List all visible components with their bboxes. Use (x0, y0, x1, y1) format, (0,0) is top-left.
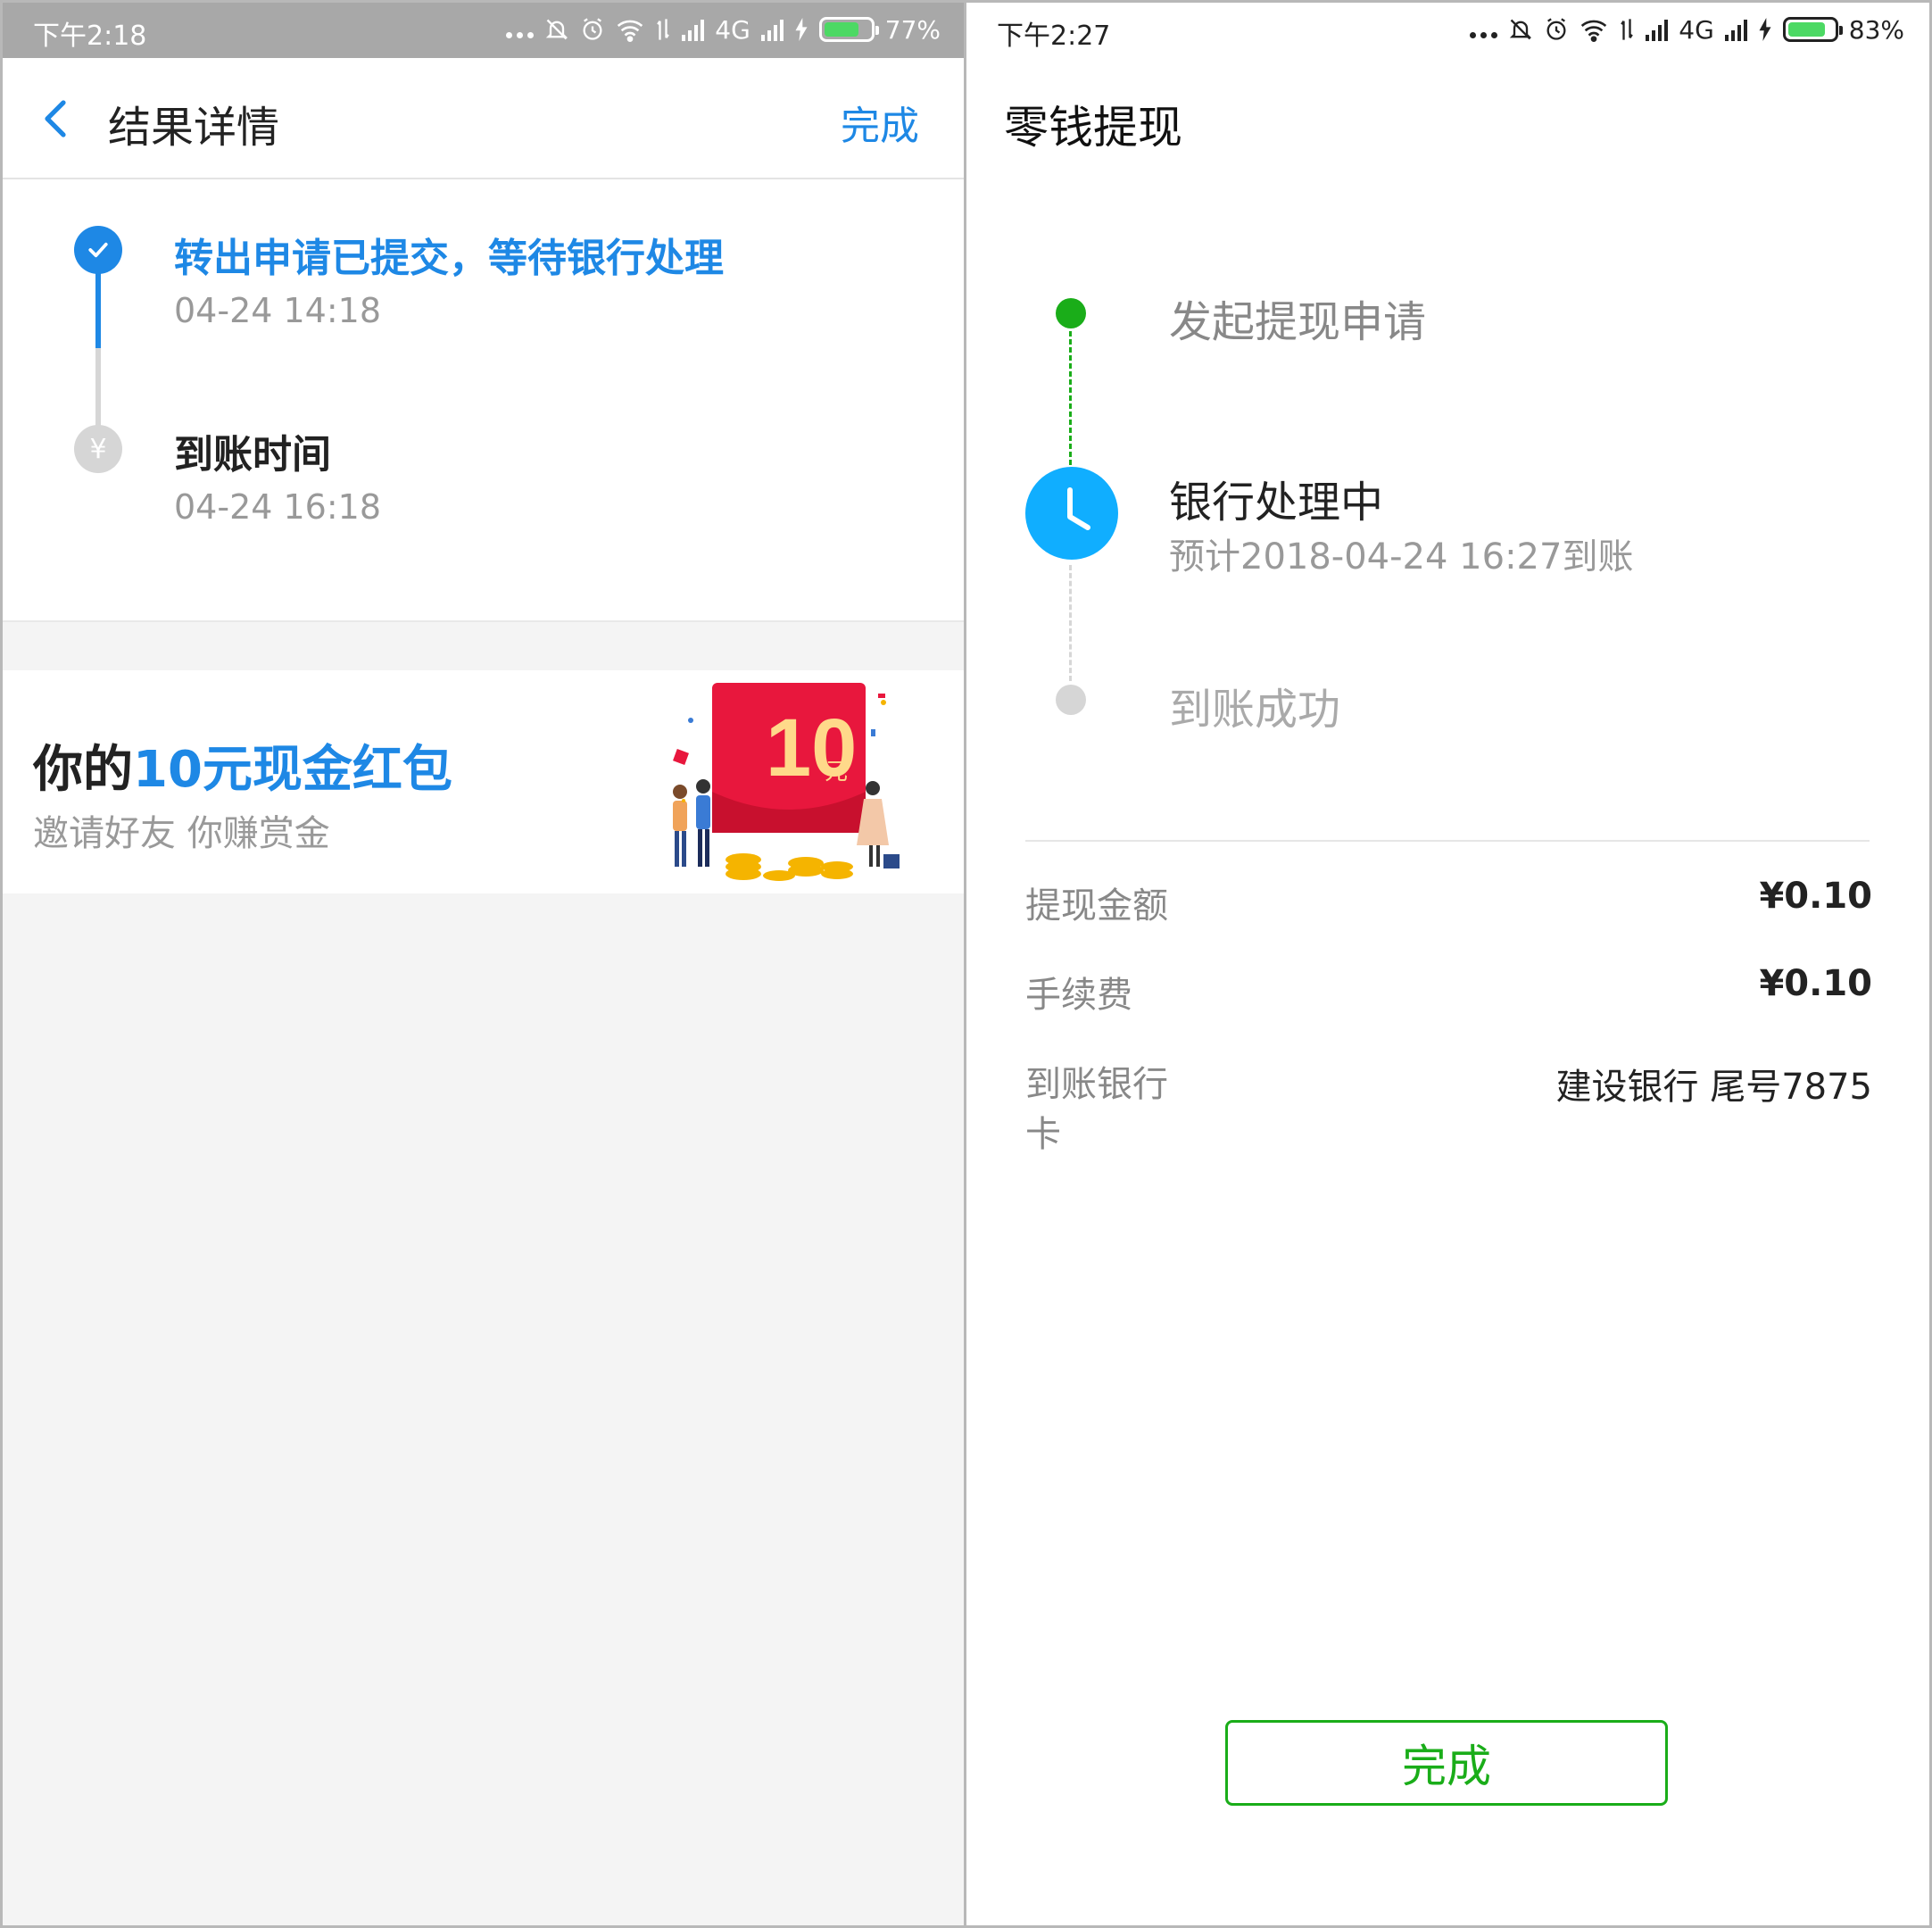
clock-icon (1025, 467, 1118, 560)
done-button[interactable]: 完成 (1225, 1720, 1668, 1806)
status-icons: 4G 77% (506, 12, 941, 47)
back-arrow-icon[interactable] (37, 97, 79, 140)
charging-icon (795, 18, 808, 41)
battery-icon (818, 17, 879, 42)
status-bar: 下午2:18 4G 77% (3, 3, 964, 58)
progress-line-completed (95, 272, 101, 348)
status-time: 下午2:27 (997, 21, 1111, 52)
more-dots-icon (506, 21, 535, 38)
progress-card: ¥ 转出申请已提交，等待银行处理 04-24 14:18 到账时间 04-24 … (3, 179, 964, 622)
wifi-icon (1581, 20, 1607, 42)
check-circle-icon (74, 226, 122, 274)
nav-bar: 结果详情 完成 (3, 58, 964, 179)
detail-value-fee: ¥0.10 (1759, 963, 1872, 1004)
timeline-step-processing-estimate: 预计2018-04-24 16:27到账 (1169, 536, 1634, 578)
right-phone-screen: 下午2:27 4G 83% 零钱提现 发起提现申请 银行处理中 预计2018-0… (966, 3, 1929, 1925)
step-submitted-title: 转出申请已提交，等待银行处理 (174, 236, 724, 281)
detail-value-amount: ¥0.10 (1759, 876, 1872, 917)
yuan-circle-icon: ¥ (74, 425, 122, 473)
network-type: 4G (1679, 14, 1714, 45)
left-phone-screen: 下午2:18 4G 77% 结果详情 完成 ¥ 转出申请已提交，等待银行处理 0… (3, 3, 964, 1925)
more-dots-icon (1470, 21, 1498, 38)
signal-icon-2 (760, 18, 784, 41)
divider (1025, 840, 1870, 842)
gold-coins (726, 853, 853, 881)
bell-muted-icon (546, 19, 568, 40)
timeline-connector-completed (1069, 331, 1072, 465)
battery-percent: 77% (884, 14, 941, 45)
step-arrival-title: 到账时间 (174, 432, 331, 478)
battery-fill (1787, 22, 1826, 37)
charging-icon (1759, 18, 1771, 41)
timeline-dot-pending (1056, 685, 1086, 715)
done-link[interactable]: 完成 (841, 94, 919, 151)
network-type: 4G (715, 14, 750, 45)
battery-percent: 83% (1848, 14, 1904, 45)
battery-fill (824, 22, 859, 37)
promo-title: 你的10元现金红包 (33, 741, 452, 799)
status-icons: 4G 83% (1470, 12, 1904, 47)
timeline-step-initiated: 发起提现申请 (1169, 297, 1427, 347)
signal-icon (682, 18, 705, 41)
promo-art-unit: 元 (825, 759, 848, 785)
detail-label-amount: 提现金额 (1025, 885, 1168, 927)
data-transfer-icon (657, 19, 670, 40)
detail-label-bank-card: 到账银行卡 (1025, 1064, 1168, 1155)
step-submitted-time: 04-24 14:18 (174, 291, 382, 330)
status-bar: 下午2:27 4G 83% (966, 3, 1929, 58)
timeline-connector-pending (1069, 565, 1072, 681)
signal-icon (1646, 18, 1669, 41)
detail-label-fee: 手续费 (1025, 975, 1132, 1016)
timeline-dot-completed (1056, 298, 1086, 328)
timeline-step-processing: 银行处理中 (1169, 478, 1384, 528)
bell-muted-icon (1510, 19, 1532, 40)
alarm-icon (583, 18, 602, 40)
status-time: 下午2:18 (33, 21, 147, 52)
wifi-icon (618, 20, 643, 42)
red-packet-illustration: 10 元 (673, 683, 900, 881)
signal-icon-2 (1724, 18, 1747, 41)
red-packet-promo-banner[interactable]: 你的10元现金红包 邀请好友 你赚赏金 10 元 (3, 670, 964, 893)
page-title: 零钱提现 (1004, 102, 1182, 154)
page-title: 结果详情 (108, 103, 280, 153)
progress-line-pending (95, 348, 101, 427)
timeline-step-arrived: 到账成功 (1169, 685, 1341, 735)
data-transfer-icon (1621, 19, 1634, 40)
step-arrival-time: 04-24 16:18 (174, 487, 382, 527)
alarm-icon (1546, 18, 1566, 40)
promo-subtitle: 邀请好友 你赚赏金 (33, 813, 330, 854)
detail-value-bank-card: 建设银行 尾号7875 (1555, 1067, 1872, 1108)
battery-icon (1782, 17, 1843, 42)
